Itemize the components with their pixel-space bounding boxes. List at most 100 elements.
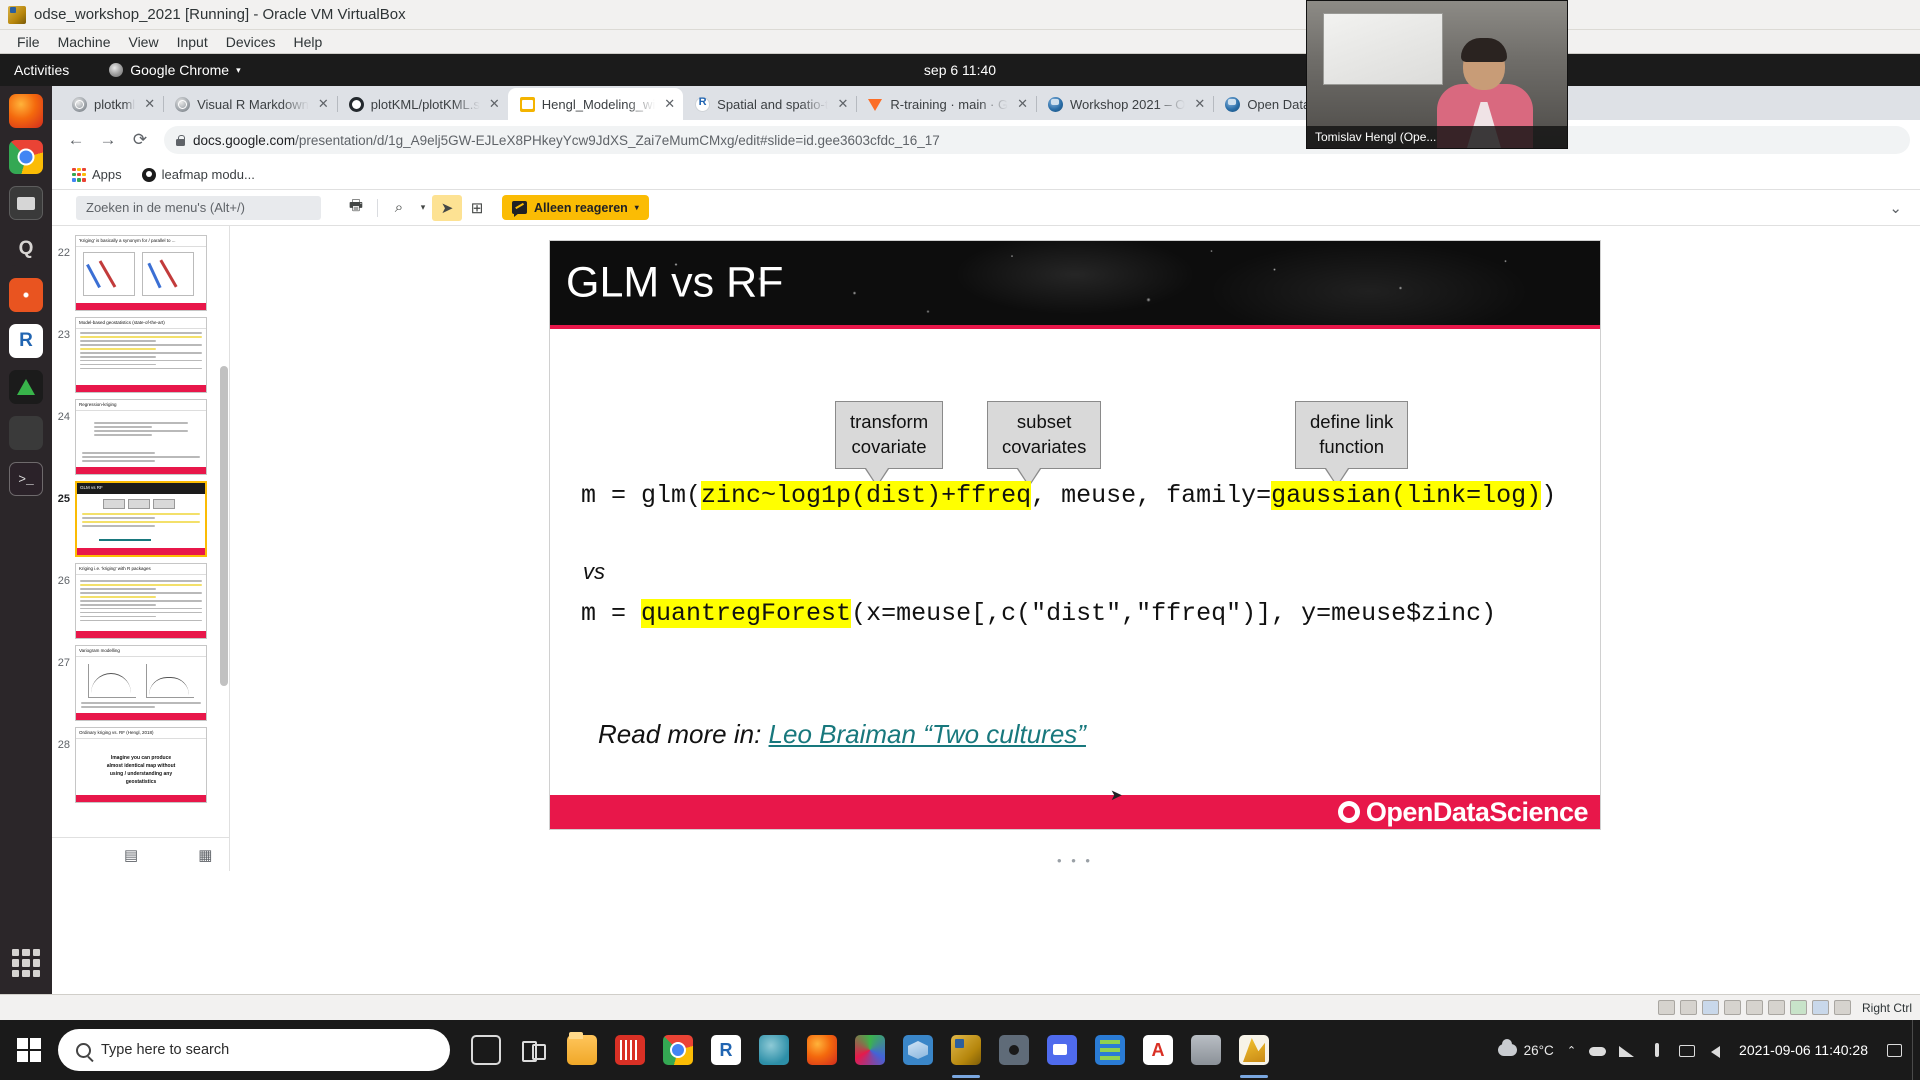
filmstrip-slide-26[interactable]: 26 Kriging i.e. 'kriging' with R package… [52, 560, 229, 642]
start-button[interactable] [0, 1020, 58, 1080]
zoom-dropdown-icon[interactable]: ▾ [414, 195, 432, 221]
close-icon[interactable]: ✕ [489, 96, 500, 112]
virtualbox-taskbar-icon[interactable] [942, 1020, 990, 1080]
status-display-icon[interactable] [1767, 1000, 1785, 1015]
settings-icon[interactable] [990, 1020, 1038, 1080]
status-usb-icon[interactable] [1723, 1000, 1741, 1015]
tab-hengl-modeling[interactable]: Hengl_Modeling_wi ✕ [507, 88, 684, 120]
red-app-icon[interactable] [606, 1020, 654, 1080]
filmstrip-scrollbar[interactable] [220, 366, 228, 686]
dock-terminal-icon[interactable]: >_ [9, 462, 43, 496]
select-tool-button[interactable]: ➤ [432, 194, 462, 221]
menu-view[interactable]: View [119, 34, 167, 50]
usb-icon[interactable] [1649, 1042, 1666, 1058]
tab-workshop-2021[interactable]: Workshop 2021 – O ✕ [1036, 88, 1215, 120]
speaker-icon[interactable] [1709, 1043, 1726, 1058]
box-app-icon[interactable] [894, 1020, 942, 1080]
close-icon[interactable]: ✕ [1017, 96, 1028, 112]
filmstrip-slide-25[interactable]: 25 GLM vs RF [52, 478, 229, 560]
dock-qgis-icon[interactable]: Q [9, 232, 43, 266]
taskbar-clock[interactable]: 2021-09-06 11:40:28 [1739, 1042, 1868, 1058]
tab-plotkml[interactable]: plotkml ✕ [60, 88, 165, 120]
status-shared-folders-icon[interactable] [1745, 1000, 1763, 1015]
menu-machine[interactable]: Machine [49, 34, 120, 50]
close-icon[interactable]: ✕ [144, 96, 155, 112]
slide-thumbnail[interactable]: Variogram modelling [75, 645, 207, 721]
filmstrip-slide-22[interactable]: 22 'Kriging' is basically a synonym for … [52, 232, 229, 314]
webcam-overlay[interactable]: Tomislav Hengl (Ope... [1306, 0, 1568, 149]
tab-visual-r-markdown[interactable]: Visual R Markdown ✕ [163, 88, 338, 120]
yellow-doc-icon[interactable] [1230, 1020, 1278, 1080]
collapse-toolbar-button[interactable]: ⌄ [1889, 199, 1906, 217]
address-bar[interactable]: docs.google.com/presentation/d/1g_A9elj5… [164, 126, 1910, 154]
dock-rstudio-icon[interactable]: R [9, 324, 43, 358]
close-icon[interactable]: ✕ [1194, 96, 1205, 112]
forward-button[interactable]: → [94, 126, 122, 154]
slide-thumbnail[interactable]: Ordinary kriging vs. RF (Hengl, 2018) Im… [75, 727, 207, 803]
slide-canvas[interactable]: GLM vs RF transform covariate subset cov… [230, 226, 1920, 871]
print-button[interactable]: 🖶 [341, 195, 371, 221]
onedrive-icon[interactable] [1589, 1043, 1607, 1058]
filmstrip-slide-27[interactable]: 27 Variogram modelling [52, 642, 229, 724]
slide-thumbnail[interactable]: 'Kriging' is basically a synonym for / p… [75, 235, 207, 311]
show-desktop-button[interactable] [1912, 1020, 1920, 1080]
tab-r-training[interactable]: R-training · main · G ✕ [856, 88, 1038, 120]
menu-input[interactable]: Input [168, 34, 217, 50]
pymol-icon[interactable] [846, 1020, 894, 1080]
status-cd-icon[interactable] [1679, 1000, 1697, 1015]
battery-icon[interactable] [1679, 1043, 1696, 1058]
tab-spatial-spatiotemporal[interactable]: Spatial and spatio-t ✕ [683, 88, 858, 120]
acrobat-icon[interactable] [1134, 1020, 1182, 1080]
slides-menu-search[interactable]: Zoeken in de menu's (Alt+/) [76, 195, 321, 220]
teal-app-icon[interactable] [750, 1020, 798, 1080]
video-app-icon[interactable] [1038, 1020, 1086, 1080]
tab-plotkml-github[interactable]: plotKML/plotKML.s ✕ [337, 88, 508, 120]
firefox-taskbar-icon[interactable] [798, 1020, 846, 1080]
slide-pager-dots[interactable]: • • • [1057, 853, 1093, 868]
slide-thumbnail[interactable]: Model-based geostatistics (state-of-the-… [75, 317, 207, 393]
zoom-button[interactable]: ⌕ [384, 195, 414, 221]
status-recording-icon[interactable] [1789, 1000, 1807, 1015]
status-network-icon[interactable] [1701, 1000, 1719, 1015]
chrome-taskbar-icon[interactable] [654, 1020, 702, 1080]
back-button[interactable]: ← [62, 126, 90, 154]
windows-search-box[interactable]: Type here to search [58, 1029, 450, 1071]
cortana-button[interactable] [462, 1020, 510, 1080]
dock-firefox-icon[interactable] [9, 94, 43, 128]
gray-app-icon[interactable] [1182, 1020, 1230, 1080]
dock-ubuntu-software-icon[interactable] [9, 278, 43, 312]
status-hdd-icon[interactable] [1657, 1000, 1675, 1015]
show-applications-button[interactable] [9, 946, 43, 980]
task-view-button[interactable] [510, 1020, 558, 1080]
slide-filmstrip[interactable]: 22 'Kriging' is basically a synonym for … [52, 226, 230, 871]
rstudio-taskbar-icon[interactable] [702, 1020, 750, 1080]
dock-python-icon[interactable] [9, 416, 43, 450]
ubuntu-clock[interactable]: sep 6 11:40 [0, 62, 1920, 78]
close-icon[interactable]: ✕ [837, 96, 848, 112]
reload-button[interactable]: ⟳ [126, 126, 154, 154]
menu-help[interactable]: Help [285, 34, 332, 50]
grid-view-button[interactable]: ▦ [198, 846, 212, 864]
menu-devices[interactable]: Devices [217, 34, 285, 50]
filmstrip-slide-24[interactable]: 24 Regression-kriging [52, 396, 229, 478]
filmstrip-view-button[interactable]: ▤ [124, 846, 138, 864]
weather-widget[interactable]: 26°C [1497, 1039, 1554, 1058]
file-explorer-icon[interactable] [558, 1020, 606, 1080]
chevron-up-icon[interactable]: ⌃ [1567, 1044, 1576, 1057]
windows-app-icon[interactable] [1086, 1020, 1134, 1080]
bookmark-leafmap[interactable]: leafmap modu... [136, 165, 261, 184]
slide-thumbnail[interactable]: Kriging i.e. 'kriging' with R packages [75, 563, 207, 639]
current-slide[interactable]: GLM vs RF transform covariate subset cov… [549, 240, 1601, 830]
slide-thumbnail-selected[interactable]: GLM vs RF [75, 481, 207, 557]
filmstrip-slide-28[interactable]: 28 Ordinary kriging vs. RF (Hengl, 2018)… [52, 724, 229, 806]
notifications-icon[interactable] [1885, 1043, 1902, 1058]
dock-files-icon[interactable] [9, 186, 43, 220]
dock-chrome-icon[interactable] [9, 140, 43, 174]
active-app-menu[interactable]: Google Chrome ▾ [109, 62, 241, 78]
bookmark-apps[interactable]: Apps [66, 165, 128, 184]
status-keyboard-icon[interactable] [1833, 1000, 1851, 1015]
status-mouse-icon[interactable] [1811, 1000, 1829, 1015]
dock-green-app-icon[interactable] [9, 370, 43, 404]
activities-button[interactable]: Activities [0, 62, 69, 78]
filmstrip-slide-23[interactable]: 23 Model-based geostatistics (state-of-t… [52, 314, 229, 396]
